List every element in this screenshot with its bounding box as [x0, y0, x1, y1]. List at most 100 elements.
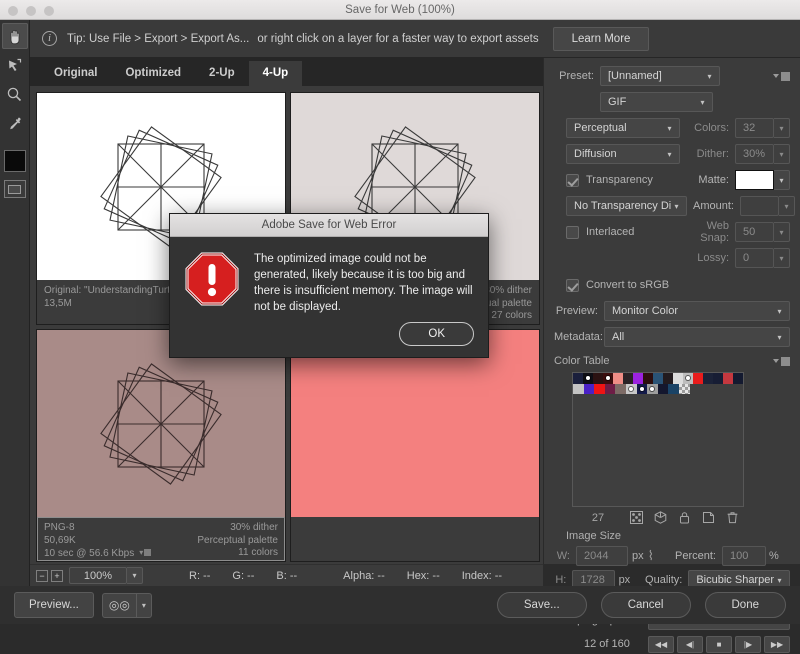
- preview-pane-optimized-2[interactable]: PNG-8 30% dither 50,69K Perceptual palette…: [36, 329, 286, 562]
- color-swatch[interactable]: [657, 383, 669, 395]
- lossy-value[interactable]: 0: [735, 248, 774, 268]
- width-input[interactable]: 2044: [576, 546, 628, 566]
- dither-value[interactable]: 30%: [735, 144, 774, 164]
- lossy-dropdown[interactable]: ▾: [774, 248, 790, 268]
- color-swatch[interactable]: [594, 383, 605, 395]
- foreground-color-swatch[interactable]: [3, 150, 26, 172]
- lock-color-icon[interactable]: [672, 511, 696, 524]
- color-swatch[interactable]: [603, 373, 613, 384]
- zoom-level-value[interactable]: 100%: [69, 567, 127, 584]
- delete-color-icon[interactable]: [720, 511, 744, 524]
- matte-control[interactable]: ▾: [735, 170, 790, 190]
- color-swatch[interactable]: [615, 383, 626, 395]
- hand-tool[interactable]: [1, 23, 28, 49]
- chevron-down-icon[interactable]: ▾: [137, 601, 151, 610]
- toggle-slices-visibility-button[interactable]: [3, 180, 26, 198]
- preview-canvas-optimized-2[interactable]: [37, 330, 285, 517]
- zoom-in-button[interactable]: +: [51, 569, 63, 582]
- color-table-menu-button[interactable]: [773, 356, 790, 366]
- metadata-dropdown[interactable]: All ▾: [604, 327, 790, 347]
- dither-stepper[interactable]: 30% ▾: [735, 144, 790, 164]
- colors-stepper[interactable]: 32 ▾: [735, 118, 790, 138]
- web-snap-dropdown[interactable]: ▾: [774, 222, 790, 242]
- color-swatch[interactable]: [583, 373, 593, 384]
- color-swatch[interactable]: [633, 373, 643, 384]
- amount-stepper[interactable]: ▾: [739, 196, 795, 216]
- matte-dropdown[interactable]: ▾: [774, 170, 790, 190]
- preview-in-browser-control[interactable]: ◎◎ ▾: [101, 592, 152, 618]
- stop-button[interactable]: ■: [706, 635, 732, 653]
- color-swatch[interactable]: [604, 383, 616, 395]
- color-swatch[interactable]: [573, 373, 583, 384]
- color-swatch[interactable]: [593, 373, 603, 384]
- color-swatch[interactable]: [583, 383, 595, 395]
- amount-value[interactable]: [739, 196, 779, 216]
- new-color-icon[interactable]: [696, 511, 720, 524]
- color-swatch[interactable]: [713, 373, 723, 384]
- color-swatch[interactable]: [663, 373, 673, 384]
- matte-color-swatch[interactable]: [735, 170, 774, 190]
- color-swatch[interactable]: [723, 373, 733, 384]
- preview-pane-optimized-3[interactable]: [290, 329, 540, 562]
- web-shift-icon[interactable]: [624, 511, 648, 524]
- web-snap-value[interactable]: 50: [735, 222, 774, 242]
- preview-button[interactable]: Preview...: [14, 592, 94, 618]
- amount-dropdown[interactable]: ▾: [778, 196, 795, 216]
- lossy-stepper[interactable]: 0 ▾: [735, 248, 790, 268]
- tab-4up[interactable]: 4-Up: [248, 61, 303, 86]
- color-swatch[interactable]: [636, 383, 648, 395]
- pane-preview-menu-icon[interactable]: ▾: [139, 547, 152, 560]
- tab-2up[interactable]: 2-Up: [195, 61, 249, 86]
- convert-srgb-checkbox[interactable]: Convert to sRGB: [566, 278, 669, 292]
- minimize-window-button[interactable]: [26, 6, 36, 16]
- cancel-button[interactable]: Cancel: [600, 592, 691, 618]
- web-snap-stepper[interactable]: 50 ▾: [735, 222, 790, 242]
- zoom-out-button[interactable]: −: [36, 569, 48, 582]
- save-button[interactable]: Save...: [496, 592, 587, 618]
- eyedropper-tool[interactable]: [2, 110, 28, 136]
- slice-select-tool[interactable]: [2, 52, 28, 78]
- constrain-proportions-icon[interactable]: ⌇: [648, 548, 654, 564]
- color-swatch[interactable]: [623, 373, 633, 384]
- last-frame-button[interactable]: ▶▶: [764, 635, 790, 653]
- settings-panel-menu-button[interactable]: [773, 71, 790, 81]
- close-window-button[interactable]: [8, 6, 18, 16]
- zoom-level-dropdown[interactable]: ▾: [127, 567, 143, 584]
- color-swatch[interactable]: [613, 373, 623, 384]
- interlaced-checkbox[interactable]: Interlaced: [566, 225, 680, 239]
- color-swatch[interactable]: [693, 373, 703, 384]
- color-swatch[interactable]: [683, 373, 693, 384]
- maximize-window-button[interactable]: [44, 6, 54, 16]
- color-swatch[interactable]: [673, 373, 683, 384]
- zoom-tool[interactable]: [2, 81, 28, 107]
- lock-transparency-icon[interactable]: [648, 511, 672, 524]
- colors-value[interactable]: 32: [735, 118, 774, 138]
- color-reduction-dropdown[interactable]: Perceptual ▾: [566, 118, 680, 138]
- color-swatch[interactable]: [668, 383, 679, 395]
- preview-dropdown[interactable]: Monitor Color ▾: [604, 301, 790, 321]
- color-swatch[interactable]: [653, 373, 663, 384]
- first-frame-button[interactable]: ◀◀: [648, 635, 674, 653]
- color-table-grid[interactable]: [572, 372, 744, 507]
- colors-dropdown[interactable]: ▾: [774, 118, 790, 138]
- done-button[interactable]: Done: [704, 592, 786, 618]
- percent-input[interactable]: 100: [721, 546, 766, 566]
- transparency-checkbox[interactable]: Transparency: [566, 173, 680, 187]
- dither-algorithm-dropdown[interactable]: Diffusion ▾: [566, 144, 680, 164]
- learn-more-button[interactable]: Learn More: [552, 26, 650, 51]
- next-frame-button[interactable]: |▶: [735, 635, 761, 653]
- color-swatch[interactable]: [643, 373, 653, 384]
- transparency-dither-dropdown[interactable]: No Transparency Dit... ▾: [566, 196, 687, 216]
- previous-frame-button[interactable]: ◀|: [677, 635, 703, 653]
- window-traffic-lights[interactable]: [8, 6, 54, 16]
- dither-dropdown[interactable]: ▾: [774, 144, 790, 164]
- preview-canvas-optimized-3[interactable]: [291, 330, 539, 517]
- tab-optimized[interactable]: Optimized: [111, 61, 196, 86]
- color-swatch[interactable]: [625, 383, 637, 395]
- color-swatch[interactable]: [733, 373, 743, 384]
- ok-button[interactable]: OK: [399, 322, 474, 346]
- color-swatch[interactable]: [573, 383, 584, 395]
- file-format-dropdown[interactable]: GIF ▾: [600, 92, 713, 112]
- tab-original[interactable]: Original: [40, 61, 112, 86]
- color-swatch-transparent[interactable]: [678, 383, 690, 395]
